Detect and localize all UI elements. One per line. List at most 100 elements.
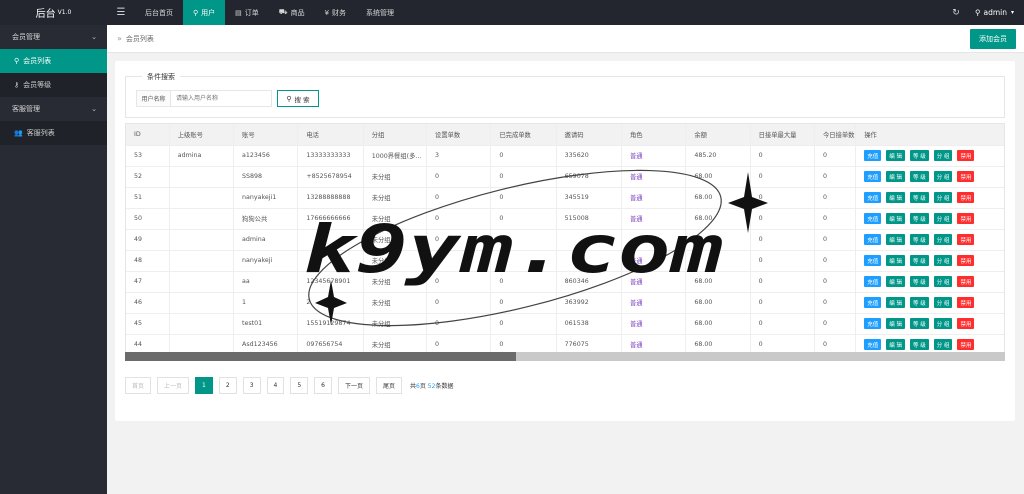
page-button-3[interactable]: 3 xyxy=(242,377,261,394)
table-cell: 0 xyxy=(426,250,492,272)
level-button[interactable]: 等 级 xyxy=(909,150,929,161)
level-button[interactable]: 等 级 xyxy=(909,339,929,350)
page-button-6[interactable]: 6 xyxy=(314,377,332,394)
edit-button[interactable]: 编 辑 xyxy=(886,255,905,266)
table-cell: 0 xyxy=(490,187,557,209)
horizontal-scrollbar[interactable] xyxy=(125,352,1005,361)
group-button[interactable]: 分 组 xyxy=(933,276,953,287)
search-button[interactable]: ⚲ 搜 索 xyxy=(277,90,319,107)
user-menu[interactable]: ⚲ admin ▾ xyxy=(969,8,1024,17)
table-cell: 0 xyxy=(490,313,557,335)
group-button[interactable]: 分 组 xyxy=(933,318,953,329)
table-cell: 15519129874 xyxy=(297,313,364,335)
table-cell: admina xyxy=(169,145,235,167)
disable-button[interactable]: 禁用 xyxy=(957,276,975,287)
edit-button[interactable]: 编 辑 xyxy=(886,234,905,245)
page-button-5[interactable]: 5 xyxy=(290,377,309,394)
recharge-button[interactable]: 充值 xyxy=(864,297,882,308)
table-cell xyxy=(169,166,235,188)
next-page-button[interactable]: 下一页 xyxy=(338,377,371,394)
recharge-button[interactable]: 充值 xyxy=(864,339,882,350)
disable-button[interactable]: 禁用 xyxy=(957,297,975,308)
disable-button[interactable]: 禁用 xyxy=(957,192,975,203)
edit-button[interactable]: 编 辑 xyxy=(886,213,905,224)
disable-button[interactable]: 禁用 xyxy=(957,318,975,329)
sidebar-group-service[interactable]: 客服管理 ⌄ xyxy=(0,97,107,121)
level-button[interactable]: 等 级 xyxy=(909,213,929,224)
table-cell: 50 xyxy=(126,208,170,230)
edit-button[interactable]: 编 辑 xyxy=(886,339,905,350)
column-header: 操作 xyxy=(855,124,1004,146)
table-cell: 363992 xyxy=(556,292,623,314)
nav-order[interactable]: ▤ 订单 xyxy=(225,0,269,25)
group-button[interactable]: 分 组 xyxy=(933,297,953,308)
table-cell xyxy=(297,250,364,272)
table-cell: 0 xyxy=(814,334,857,352)
nav-finance-label: 财务 xyxy=(332,8,347,17)
hamburger-icon[interactable]: ☰ xyxy=(107,0,135,25)
page-button-1[interactable]: 1 xyxy=(195,377,213,394)
nav-user[interactable]: ⚲ 用户 xyxy=(183,0,226,25)
disable-button[interactable]: 禁用 xyxy=(957,213,975,224)
page-button-4[interactable]: 4 xyxy=(266,377,285,394)
table-row: 48 nanyakeji 未分组 0 0 普通 0 0 充值编 辑等 级分 组禁用 xyxy=(126,250,1004,272)
edit-button[interactable]: 编 辑 xyxy=(886,171,905,182)
recharge-button[interactable]: 充值 xyxy=(864,213,882,224)
sidebar-item-service-list[interactable]: 👥 客服列表 xyxy=(0,121,107,145)
group-button[interactable]: 分 组 xyxy=(933,255,953,266)
group-button[interactable]: 分 组 xyxy=(933,192,953,203)
nav-finance[interactable]: ¥ 财务 xyxy=(315,0,356,25)
level-button[interactable]: 等 级 xyxy=(909,192,929,203)
nav-goods[interactable]: ⛟ 商品 xyxy=(269,0,315,25)
group-button[interactable]: 分 组 xyxy=(933,213,953,224)
disable-button[interactable]: 禁用 xyxy=(957,150,975,161)
level-button[interactable]: 等 级 xyxy=(909,297,929,308)
table-cell: 860346 xyxy=(556,271,623,293)
level-button[interactable]: 等 级 xyxy=(909,234,929,245)
edit-button[interactable]: 编 辑 xyxy=(886,276,905,287)
group-button[interactable]: 分 组 xyxy=(933,234,953,245)
edit-button[interactable]: 编 辑 xyxy=(886,192,905,203)
level-button[interactable]: 等 级 xyxy=(909,255,929,266)
column-header: 电话 xyxy=(297,124,364,146)
table-cell: 49 xyxy=(126,229,170,251)
nav-system-label: 系统管理 xyxy=(366,8,395,17)
recharge-button[interactable]: 充值 xyxy=(864,171,882,182)
edit-button[interactable]: 编 辑 xyxy=(886,150,905,161)
recharge-button[interactable]: 充值 xyxy=(864,192,882,203)
recharge-button[interactable]: 充值 xyxy=(864,318,882,329)
refresh-icon[interactable]: ↻ xyxy=(943,8,969,18)
scrollbar-thumb[interactable] xyxy=(125,352,516,361)
prev-page-button[interactable]: 上一页 xyxy=(157,377,190,394)
table-cell xyxy=(169,187,235,209)
group-button[interactable]: 分 组 xyxy=(933,339,953,350)
edit-button[interactable]: 编 辑 xyxy=(886,297,905,308)
last-page-button[interactable]: 尾页 xyxy=(376,377,403,394)
level-button[interactable]: 等 级 xyxy=(909,171,929,182)
level-button[interactable]: 等 级 xyxy=(909,276,929,287)
table-cell: 未分组 xyxy=(363,166,428,188)
recharge-button[interactable]: 充值 xyxy=(864,255,882,266)
edit-button[interactable]: 编 辑 xyxy=(886,318,905,329)
first-page-button[interactable]: 首页 xyxy=(125,377,152,394)
actions-cell: 充值编 辑等 级分 组禁用 xyxy=(855,145,1004,167)
recharge-button[interactable]: 充值 xyxy=(864,234,882,245)
sidebar-group-members[interactable]: 会员管理 ⌄ xyxy=(0,25,107,49)
disable-button[interactable]: 禁用 xyxy=(957,255,975,266)
sidebar-item-member-level[interactable]: ⚷ 会员等级 xyxy=(0,73,107,97)
nav-system[interactable]: 系统管理 xyxy=(356,0,404,25)
search-input[interactable] xyxy=(170,90,272,107)
sidebar-item-member-list[interactable]: ⚲ 会员列表 xyxy=(0,49,107,73)
table-cell: 51 xyxy=(126,187,170,209)
disable-button[interactable]: 禁用 xyxy=(957,339,975,350)
page-button-2[interactable]: 2 xyxy=(218,377,237,394)
disable-button[interactable]: 禁用 xyxy=(957,234,975,245)
recharge-button[interactable]: 充值 xyxy=(864,276,882,287)
add-member-button[interactable]: 添加会员 xyxy=(970,29,1016,49)
group-button[interactable]: 分 组 xyxy=(933,171,953,182)
level-button[interactable]: 等 级 xyxy=(909,318,929,329)
group-button[interactable]: 分 组 xyxy=(933,150,953,161)
nav-home[interactable]: 后台首页 xyxy=(135,0,183,25)
recharge-button[interactable]: 充值 xyxy=(864,150,882,161)
disable-button[interactable]: 禁用 xyxy=(957,171,975,182)
